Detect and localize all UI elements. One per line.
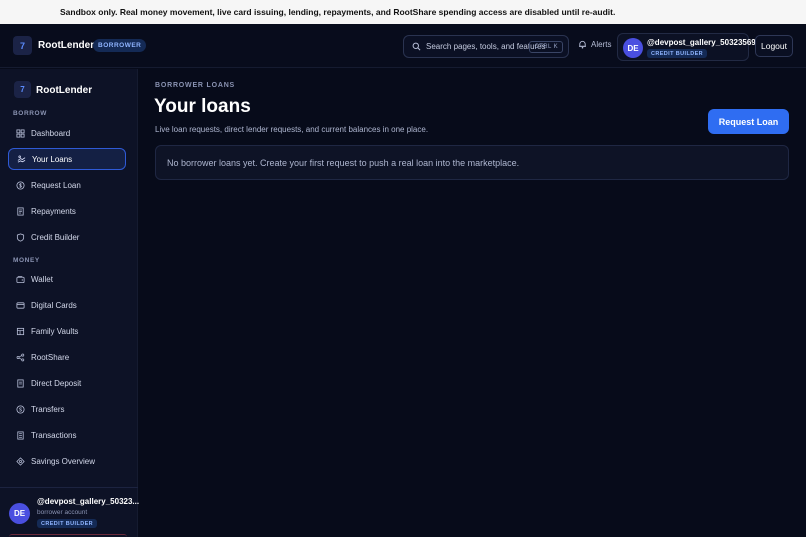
sidebar-item-label: Your Loans — [32, 154, 73, 164]
sidebar-item-rootshare[interactable]: RootShare — [8, 346, 126, 368]
share-icon — [16, 353, 25, 361]
shield-icon — [16, 232, 25, 242]
transfer-icon — [16, 404, 25, 414]
sidebar-brand[interactable]: RootLender — [36, 85, 92, 96]
logout-button[interactable]: Logout — [755, 35, 793, 57]
sidebar-item-label: Credit Builder — [31, 232, 80, 242]
alerts-label: Alerts — [591, 40, 612, 49]
sidebar-item-wallet[interactable]: Wallet — [8, 268, 126, 290]
page-title: Your loans — [154, 96, 251, 117]
sidebar-item-savings-overview[interactable]: Savings Overview — [8, 450, 126, 472]
credit-builder-badge: CREDIT BUILDER — [647, 49, 708, 58]
sidebar-item-label: RootShare — [31, 352, 70, 362]
request-loan-button[interactable]: Request Loan — [708, 109, 789, 134]
list-icon — [17, 430, 24, 440]
wallet-icon — [16, 275, 25, 283]
sidebar-item-digital-cards[interactable]: Digital Cards — [8, 294, 126, 316]
page-subtitle: Live loan requests, direct lender reques… — [155, 125, 429, 134]
sidebar-item-direct-deposit[interactable]: Direct Deposit — [8, 372, 126, 394]
role-badge: BORROWER — [93, 39, 147, 52]
sidebar-item-label: Savings Overview — [31, 456, 96, 466]
vault-icon — [16, 327, 25, 335]
sidebar-item-credit-builder[interactable]: Credit Builder — [8, 226, 126, 248]
section-title-borrow: BORROW — [13, 110, 47, 117]
search-icon — [412, 42, 421, 51]
sidebar-item-repayments[interactable]: Repayments — [8, 200, 126, 222]
avatar: DE — [623, 38, 643, 58]
sidebar: 7 RootLender BORROW Dashboard Your Loans… — [0, 69, 140, 537]
sidebar-item-label: Digital Cards — [31, 300, 77, 310]
sidebar-user-role: borrower account — [37, 509, 88, 516]
alerts-button[interactable]: Alerts — [578, 40, 611, 49]
sidebar-item-transactions[interactable]: Transactions — [8, 424, 126, 446]
savings-icon — [16, 456, 25, 466]
sidebar-item-label: Dashboard — [31, 128, 71, 138]
sidebar-item-request-loan[interactable]: Request Loan — [8, 174, 126, 196]
dollar-circle-icon — [16, 180, 25, 190]
user-menu[interactable]: DE @devpost_gallery_50323569 CREDIT BUIL… — [617, 33, 756, 61]
search-input[interactable]: Search pages, tools, and features CTRL K — [403, 35, 569, 58]
brand-logo-icon[interactable]: 7 — [13, 36, 32, 55]
sidebar-item-dashboard[interactable]: Dashboard — [8, 122, 126, 144]
section-title-money: MONEY — [13, 257, 40, 264]
loans-icon — [17, 155, 26, 163]
receipt-icon — [17, 206, 24, 216]
sidebar-divider — [0, 487, 138, 488]
sidebar-item-transfers[interactable]: Transfers — [8, 398, 126, 420]
sidebar-avatar[interactable]: DE — [9, 503, 30, 524]
search-shortcut-badge: CTRL K — [529, 41, 563, 53]
sidebar-credit-builder-badge: CREDIT BUILDER — [37, 519, 98, 528]
username: @devpost_gallery_50323569 — [647, 38, 756, 47]
sidebar-item-label: Direct Deposit — [31, 378, 82, 388]
sidebar-username: @devpost_gallery_50323... — [37, 497, 140, 506]
sidebar-item-label: Family Vaults — [31, 326, 79, 336]
sandbox-banner-text: Sandbox only. Real money movement, live … — [60, 7, 616, 17]
document-icon — [17, 378, 24, 388]
sidebar-item-label: Transfers — [31, 404, 65, 414]
sidebar-item-label: Wallet — [31, 274, 53, 284]
bell-icon — [579, 40, 586, 49]
card-icon — [16, 301, 25, 309]
page-eyebrow: BORROWER LOANS — [155, 82, 236, 89]
sandbox-banner: Sandbox only. Real money movement, live … — [0, 0, 806, 24]
sidebar-item-family-vaults[interactable]: Family Vaults — [8, 320, 126, 342]
sidebar-item-label: Repayments — [31, 206, 76, 216]
sidebar-logo-icon[interactable]: 7 — [14, 81, 31, 98]
dashboard-icon — [16, 128, 25, 138]
empty-state-card: No borrower loans yet. Create your first… — [155, 145, 789, 180]
search-placeholder: Search pages, tools, and features — [426, 42, 546, 51]
sidebar-item-label: Request Loan — [31, 180, 81, 190]
sidebar-item-label: Transactions — [31, 430, 77, 440]
brand-name[interactable]: RootLender — [38, 40, 94, 51]
empty-state-message: No borrower loans yet. Create your first… — [167, 157, 520, 168]
sidebar-item-your-loans[interactable]: Your Loans — [8, 148, 126, 170]
top-bar: 7 RootLender BORROWER Search pages, tool… — [0, 24, 806, 68]
